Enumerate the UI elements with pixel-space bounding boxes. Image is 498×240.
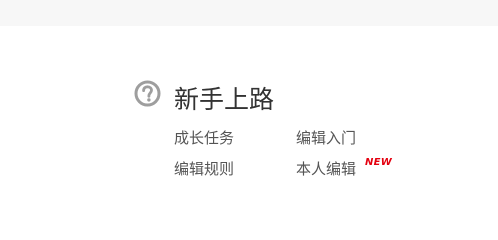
link-growth-tasks[interactable]: 成长任务	[174, 128, 234, 148]
link-editing-intro[interactable]: 编辑入门	[296, 128, 356, 148]
question-circle-icon	[134, 80, 161, 107]
section-title: 新手上路	[174, 85, 275, 114]
new-badge: NEW	[365, 157, 393, 168]
top-bar	[0, 0, 498, 26]
newbie-section: 新手上路 成长任务 编辑入门 编辑规则 本人编辑 NEW	[134, 80, 434, 190]
link-editing-rules[interactable]: 编辑规则	[174, 159, 234, 179]
link-my-edits[interactable]: 本人编辑	[296, 159, 356, 179]
